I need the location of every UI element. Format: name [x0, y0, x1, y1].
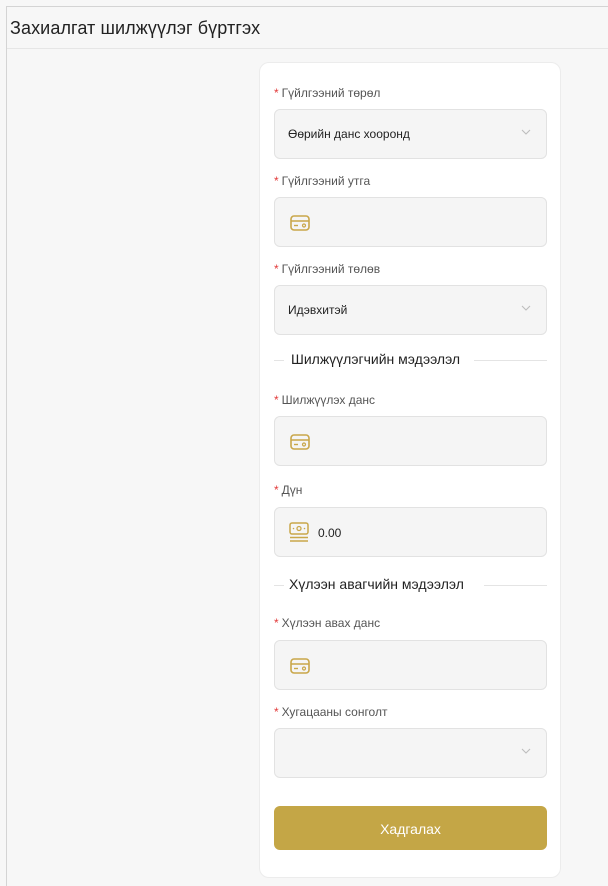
receiver-section-divider: Хүлээн авагчийн мэдээлэл	[274, 575, 547, 595]
title-divider	[7, 48, 608, 49]
credit-card-icon	[290, 658, 310, 674]
period-selection-select[interactable]	[274, 728, 547, 778]
transaction-description-label: * Гүйлгээний утга	[274, 174, 370, 188]
save-button[interactable]: Хадгалах	[274, 806, 547, 850]
divider-line	[274, 585, 284, 586]
sender-section-title: Шилжүүлэгчийн мэдээлэл	[291, 351, 461, 367]
amount-label: * Дүн	[274, 483, 302, 497]
amount-input[interactable]: 0.00	[274, 507, 547, 557]
transaction-status-select[interactable]: Идэвхитэй	[274, 285, 547, 335]
transaction-status-label: * Гүйлгээний төлөв	[274, 262, 380, 276]
required-mark: *	[274, 393, 279, 407]
divider-line	[484, 585, 547, 586]
transaction-status-label-text: Гүйлгээний төлөв	[281, 262, 381, 276]
period-selection-label: * Хугацааны сонголт	[274, 705, 387, 719]
transaction-type-value: Өөрийн данс хооронд	[288, 127, 410, 141]
divider-line	[274, 360, 284, 361]
transaction-type-label-text: Гүйлгээний төрөл	[281, 86, 381, 100]
sender-account-label-text: Шилжүүлэх данс	[281, 393, 376, 407]
chevron-down-icon	[521, 748, 531, 754]
page-title: Захиалгат шилжүүлэг бүртгэх	[10, 18, 261, 38]
receiver-account-input[interactable]	[274, 640, 547, 690]
transaction-description-input[interactable]	[274, 197, 547, 247]
transaction-type-select[interactable]: Өөрийн данс хооронд	[274, 109, 547, 159]
amount-value: 0.00	[318, 526, 342, 540]
required-mark: *	[274, 483, 279, 497]
chevron-down-icon	[521, 129, 531, 135]
transaction-type-label: * Гүйлгээний төрөл	[274, 86, 380, 100]
transaction-description-label-text: Гүйлгээний утга	[281, 174, 371, 188]
credit-card-icon	[290, 434, 310, 450]
money-stack-icon	[289, 522, 309, 542]
required-mark: *	[274, 262, 279, 276]
required-mark: *	[274, 616, 279, 630]
sender-section-divider: Шилжүүлэгчийн мэдээлэл	[274, 350, 547, 370]
required-mark: *	[274, 86, 279, 100]
chevron-down-icon	[521, 305, 531, 311]
period-selection-label-text: Хугацааны сонголт	[281, 705, 388, 719]
sender-account-input[interactable]	[274, 416, 547, 466]
receiver-account-label: * Хүлээн авах данс	[274, 616, 380, 630]
receiver-section-title: Хүлээн авагчийн мэдээлэл	[289, 576, 464, 592]
required-mark: *	[274, 174, 279, 188]
receiver-account-label-text: Хүлээн авах данс	[281, 616, 381, 630]
transaction-status-value: Идэвхитэй	[288, 303, 348, 317]
sender-account-label: * Шилжүүлэх данс	[274, 393, 375, 407]
divider-line	[474, 360, 547, 361]
amount-label-text: Дүн	[281, 483, 303, 497]
required-mark: *	[274, 705, 279, 719]
credit-card-icon	[290, 215, 310, 231]
